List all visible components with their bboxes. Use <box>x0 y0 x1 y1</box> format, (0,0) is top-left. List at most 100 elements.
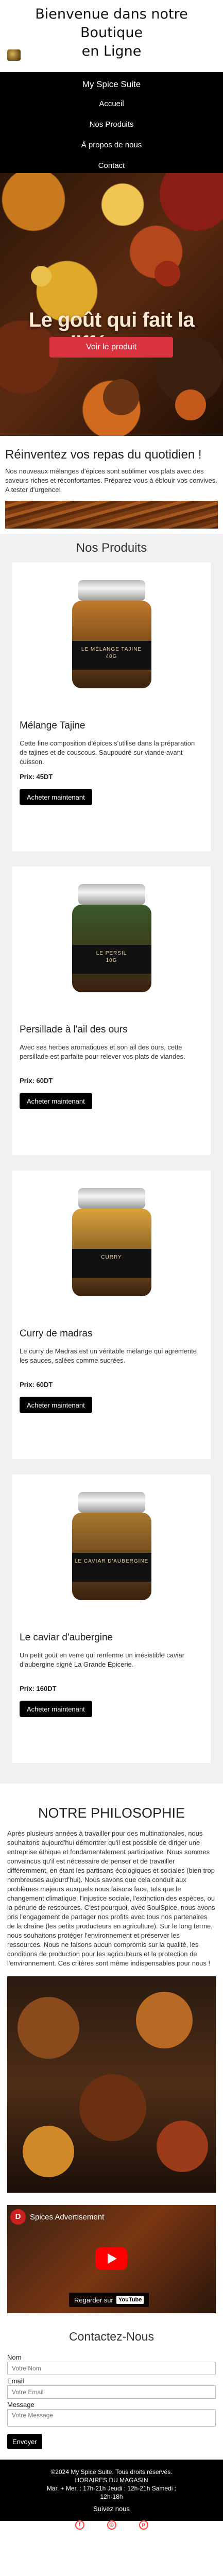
product-price: Prix: 60DT <box>20 1381 53 1388</box>
contact-form: Nom Email Message Envoyer <box>7 2353 216 2449</box>
contact-title: Contactez-Nous <box>69 2330 154 2343</box>
jar-label: CURRY <box>72 1249 151 1278</box>
watch-label: Regarder sur <box>74 2296 113 2304</box>
spice-decoration <box>18 1997 79 2059</box>
logo-icon[interactable] <box>7 49 21 61</box>
email-input[interactable] <box>7 2385 216 2399</box>
product-image: CURRY <box>20 1178 203 1307</box>
youtube-logo: YouTube <box>116 2296 144 2304</box>
pinterest-icon[interactable]: p <box>139 2520 148 2530</box>
name-input[interactable] <box>7 2362 216 2375</box>
jar-label-weight: 40G <box>106 654 117 659</box>
product-name: Le caviar d'aubergine <box>20 1632 113 1643</box>
play-icon[interactable] <box>95 2247 127 2270</box>
jar-label: LE CAVIAR D'AUBERGINE <box>72 1553 151 1582</box>
channel-avatar[interactable]: D <box>10 2209 26 2225</box>
philosophy-section: NOTRE PHILOSOPHIE Après plusieurs années… <box>0 1784 223 2193</box>
product-price: Prix: 160DT <box>20 1685 57 1692</box>
site-title-line1: Bienvenue dans notre Boutique <box>35 6 188 41</box>
product-card: CURRY Curry de madras Le curry de Madras… <box>12 1171 211 1459</box>
spice-decoration <box>136 1992 193 2048</box>
spice-decoration <box>79 2074 146 2141</box>
product-name: Mélange Tajine <box>20 720 85 731</box>
site-header: Bienvenue dans notre Boutique en Ligne <box>0 0 223 72</box>
product-description: Cette fine composition d'épices s'utilis… <box>20 739 195 766</box>
product-description: Un petit goût en verre qui renferme un i… <box>20 1651 185 1668</box>
nav-brand[interactable]: My Spice Suite <box>0 77 223 92</box>
product-description: Le curry de Madras est un véritable méla… <box>20 1347 197 1364</box>
jar-image: LE CAVIAR D'AUBERGINE <box>68 1492 156 1600</box>
nav-item: Nos Produits <box>0 114 223 135</box>
message-textarea[interactable] <box>7 2409 216 2427</box>
hero-banner: Le goût qui fait la différence Voir le p… <box>0 173 223 436</box>
spice-decoration <box>157 2121 208 2172</box>
nav-link-accueil[interactable]: Accueil <box>99 94 124 114</box>
product-image: LE PERSIL 10G <box>20 874 203 1003</box>
philosophy-text: Après plusieurs années à travailler pour… <box>7 1829 215 1967</box>
spice-decoration <box>23 2126 74 2177</box>
copyright-text: ©2024 My Spice Suite. Tous droits réserv… <box>50 2468 173 2476</box>
store-hours-line1: Mar. + Mer. : 17h-21h Jeudi : 12h-21h Sa… <box>46 2485 177 2492</box>
buy-now-button[interactable]: Acheter maintenant <box>20 1701 92 1717</box>
watch-on-youtube-button[interactable]: Regarder sur YouTube <box>69 2293 149 2307</box>
instagram-icon[interactable]: ◎ <box>107 2520 116 2530</box>
main-nav: My Spice Suite Accueil Nos Produits À pr… <box>0 72 223 173</box>
video-title[interactable]: Spices Advertisement <box>30 2213 104 2222</box>
jar-lid <box>78 580 145 601</box>
jar-label-text: LE PERSIL <box>96 951 127 956</box>
video-embed[interactable]: D Spices Advertisement Regarder sur YouT… <box>7 2205 216 2313</box>
site-title: Bienvenue dans notre Boutique en Ligne <box>0 5 223 61</box>
message-label: Message <box>7 2401 35 2409</box>
jar-image: LE MÉLANGE TAJINE 40G <box>68 580 156 688</box>
page: Bienvenue dans notre Boutique en Ligne M… <box>0 0 223 2530</box>
products-title: Nos Produits <box>76 541 147 555</box>
social-links: f ◎ p <box>5 2520 218 2530</box>
spice-decoration <box>155 261 180 286</box>
intro-title: Réinventez vos repas du quotidien ! <box>5 448 202 462</box>
product-image: LE CAVIAR D'AUBERGINE <box>20 1482 203 1611</box>
facebook-icon[interactable]: f <box>75 2520 84 2530</box>
product-name: Curry de madras <box>20 1328 93 1339</box>
store-hours-title: HORAIRES DU MAGASIN <box>75 2477 148 2484</box>
jar-label-weight: 10G <box>106 958 117 963</box>
name-label: Nom <box>7 2353 22 2361</box>
intro-section: Réinventez vos repas du quotidien ! Nos … <box>0 436 223 534</box>
buy-now-button[interactable]: Acheter maintenant <box>20 789 92 805</box>
nav-link-a-propos[interactable]: À propos de nous <box>81 135 142 156</box>
product-image: LE MÉLANGE TAJINE 40G <box>20 570 203 699</box>
contact-section: Contactez-Nous Nom Email Message Envoyer <box>0 2313 223 2460</box>
view-product-button[interactable]: Voir le produit <box>49 337 173 358</box>
jar-image: LE PERSIL 10G <box>68 884 156 992</box>
submit-button[interactable]: Envoyer <box>7 2434 42 2449</box>
nav-list: Accueil Nos Produits À propos de nous Co… <box>0 94 223 176</box>
follow-us-text: Suivez nous <box>93 2505 130 2513</box>
nav-link-produits[interactable]: Nos Produits <box>90 114 134 135</box>
product-card: LE CAVIAR D'AUBERGINE Le caviar d'auberg… <box>12 1475 211 1763</box>
spice-decoration <box>103 379 139 415</box>
philosophy-title: NOTRE PHILOSOPHIE <box>38 1805 185 1821</box>
jar-label-text: LE CAVIAR D'AUBERGINE <box>74 1558 149 1564</box>
video-channel: D Spices Advertisement <box>10 2209 104 2225</box>
product-name: Persillade à l'ail des ours <box>20 1024 128 1035</box>
products-section: Nos Produits LE MÉLANGE TAJINE 40G Mélan… <box>0 534 223 1784</box>
jar-image: CURRY <box>68 1188 156 1296</box>
jar-label: LE MÉLANGE TAJINE 40G <box>72 641 151 670</box>
jar-lid <box>78 1492 145 1513</box>
site-title-line2: en Ligne <box>81 43 142 59</box>
product-description: Avec ses herbes aromatiques et son ail d… <box>20 1043 185 1060</box>
jar-lid <box>78 884 145 905</box>
email-label: Email <box>7 2377 24 2385</box>
buy-now-button[interactable]: Acheter maintenant <box>20 1397 92 1413</box>
site-footer: ©2024 My Spice Suite. Tous droits réserv… <box>0 2460 223 2530</box>
spices-collage-image <box>7 1976 216 2193</box>
product-price: Prix: 45DT <box>20 773 53 781</box>
jar-label: LE PERSIL 10G <box>72 945 151 974</box>
spice-decoration <box>175 389 206 420</box>
product-card: LE MÉLANGE TAJINE 40G Mélange Tajine Cet… <box>12 563 211 851</box>
jar-label-text: LE MÉLANGE TAJINE <box>81 647 142 652</box>
intro-text: Nos nouveaux mélanges d'épices sont subl… <box>5 467 217 494</box>
store-hours-line2: 12h-18h <box>100 2493 123 2500</box>
jar-lid <box>78 1188 145 1209</box>
cinnamon-image <box>5 501 218 529</box>
buy-now-button[interactable]: Acheter maintenant <box>20 1093 92 1109</box>
